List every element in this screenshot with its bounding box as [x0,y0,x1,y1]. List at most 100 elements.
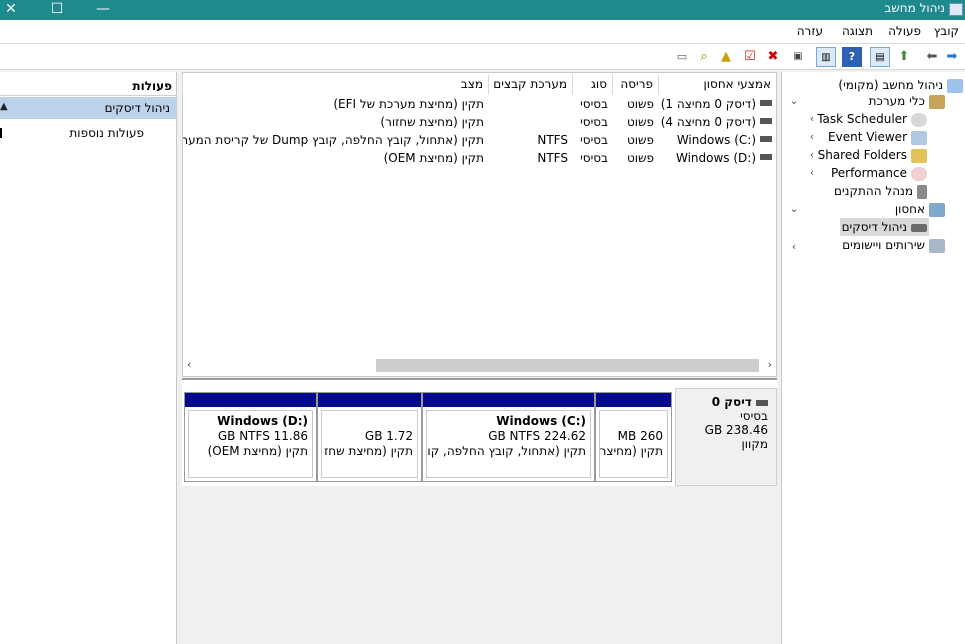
partition-efi[interactable]: 260 MB תקין (מחיצר [595,392,672,482]
table-row[interactable]: Windows (C:) פשוט בסיסי NTFS תקין (אתחול… [183,131,776,149]
scroll-right-icon[interactable]: › [768,358,772,371]
partition-size: 11.86 GB NTFS [217,429,308,443]
column-header-filesystem[interactable]: מערכת קבצים [488,75,572,94]
menu-action[interactable]: פעולה [888,24,921,38]
cell-volume: Windows (C:) [676,133,756,147]
tree-item-task-scheduler[interactable]: Task Scheduler [817,110,927,128]
help-icon[interactable]: ? [842,47,862,67]
disk-map: דיסק 0 בסיסי 238.46 GB מקוון 260 MB תקין… [182,378,777,486]
tree-item-performance[interactable]: Performance [831,164,927,182]
cell-volume: Windows (D:) [675,151,756,165]
partition-bar [423,393,594,407]
chevron-down-icon[interactable]: ⌄ [789,94,799,107]
column-header-status[interactable]: מצב [182,75,488,94]
cell-filesystem [488,95,568,113]
cell-status: תקין (אתחול, קובץ החלפה, קובץ Dump של קר… [183,133,484,147]
device-manager-icon [917,184,927,199]
close-button[interactable]: ✕ [0,0,34,20]
table-row[interactable]: (דיסק 0 מחיצה 1) פשוט בסיסי תקין (מחיצת … [183,95,776,113]
disk-volume-icon [760,136,772,142]
chevron-right-icon[interactable]: ‹ [789,240,799,253]
partition-body: 260 MB תקין (מחיצר [599,410,668,478]
horizontal-scrollbar[interactable]: ‹ › [183,355,776,376]
menu-help[interactable]: עזרה [797,24,823,38]
partition-title [604,414,663,429]
partition-status: תקין (אתחול, קובץ החלפה, קו [427,444,586,458]
export-icon[interactable]: ▭ [672,47,692,67]
cell-filesystem [488,113,568,131]
tree-label: מנהל ההתקנים [834,184,913,198]
services-icon [929,238,945,253]
more-actions-item[interactable]: פעולות נוספות [69,126,144,140]
partition-bar [185,393,316,407]
cell-layout: פשוט [626,151,654,165]
menu-file[interactable]: קובץ [934,24,959,38]
tree-item-system-tools[interactable]: כלי מערכת [869,92,945,110]
event-viewer-icon [911,130,927,145]
properties-icon[interactable]: ▲ [716,47,736,67]
disk-0-info[interactable]: דיסק 0 בסיסי 238.46 GB מקוון [675,388,777,486]
disk-size: 238.46 GB [704,423,768,437]
maximize-button[interactable]: ☐ [34,0,80,20]
show-hide-tree-icon[interactable]: ▤ [870,47,890,67]
partition-recovery[interactable]: 1.72 GB תקין (מחיצת שחז [317,392,422,482]
chevron-right-icon[interactable]: ‹ [807,130,817,143]
check-icon[interactable]: ☑ [740,47,760,67]
chevron-right-icon[interactable]: ‹ [807,166,817,179]
title-bar: ניהול מחשב ✕ ☐ — [0,0,965,20]
partition-size: 224.62 GB NTFS [488,429,586,443]
table-row[interactable]: (דיסק 0 מחיצה 4) פשוט בסיסי תקין (מחיצת … [183,113,776,131]
scroll-left-icon[interactable]: ‹ [187,358,191,371]
submenu-arrow-icon [0,128,2,138]
tree-label: Task Scheduler [817,112,907,126]
partition-size: 260 MB [617,429,663,443]
volume-list: אמצעי אחסון פריסה סוג מערכת קבצים מצב (ד… [182,72,777,377]
scrollbar-thumb[interactable] [376,359,759,372]
delete-icon[interactable]: ✖ [763,47,783,67]
column-header-layout[interactable]: פריסה [612,75,658,94]
minimize-button[interactable]: — [80,0,126,20]
connect-icon[interactable]: ▣ [788,47,808,67]
search-icon[interactable]: ⌕ [694,47,714,67]
cell-volume: (דיסק 0 מחיצה 1) [660,97,756,111]
back-icon[interactable]: ⬅ [922,47,942,67]
tree-item-device-manager[interactable]: מנהל ההתקנים [834,182,927,200]
more-actions-label: פעולות נוספות [69,126,144,140]
toolbar: ➡ ⬅ ⬆ ▤ ? ▥ ▣ ✖ ☑ ▲ ⌕ ▭ [0,44,965,70]
tree-item-storage[interactable]: אחסון [895,200,945,218]
tree-label: Performance [830,166,907,180]
cell-type: בסיסי [580,97,608,111]
chevron-down-icon[interactable]: ⌄ [789,202,799,215]
actions-section-disk-management[interactable]: ניהול דיסקים [0,97,176,119]
cell-status: תקין (מחיצת שחזור) [380,115,484,129]
cell-filesystem: NTFS [537,151,568,165]
list-view-icon[interactable]: ▥ [816,47,836,67]
column-header-type[interactable]: סוג [572,75,612,94]
forward-icon[interactable]: ➡ [942,47,962,67]
partition-windows-d[interactable]: Windows (D:) 11.86 GB NTFS תקין (מחיצת O… [184,392,317,482]
tree-label: שירותים ויישומים [842,238,925,252]
computer-management-icon [949,3,963,16]
window-title: ניהול מחשב [884,1,945,15]
chevron-right-icon[interactable]: ‹ [807,148,817,161]
disk-name: דיסק 0 [711,395,752,409]
chevron-right-icon[interactable]: ‹ [807,112,817,125]
tree-label: ניהול דיסקים [841,220,907,234]
partition-size: 1.72 GB [364,429,413,443]
tree-item-event-viewer[interactable]: Event Viewer [828,128,927,146]
menu-view[interactable]: תצוגה [842,24,873,38]
tree-item-disk-management[interactable]: ניהול דיסקים [839,218,929,236]
tree-item-services-applications[interactable]: שירותים ויישומים [842,236,945,254]
up-icon[interactable]: ⬆ [894,47,914,67]
actions-section-label: ניהול דיסקים [104,101,170,115]
table-row[interactable]: Windows (D:) פשוט בסיסי NTFS תקין (מחיצת… [183,149,776,167]
collapse-up-icon[interactable]: ▲ [0,101,8,112]
column-header-volume[interactable]: אמצעי אחסון [658,75,776,94]
tree-label: Shared Folders [817,148,907,162]
tree-item-shared-folders[interactable]: Shared Folders [818,146,927,164]
partition-windows-c[interactable]: Windows (C:) 224.62 GB NTFS תקין (אתחול,… [422,392,595,482]
tree-label: כלי מערכת [868,94,925,108]
performance-gauge-icon [911,166,927,181]
clock-icon [911,112,927,127]
tree-label: Event Viewer [828,130,907,144]
